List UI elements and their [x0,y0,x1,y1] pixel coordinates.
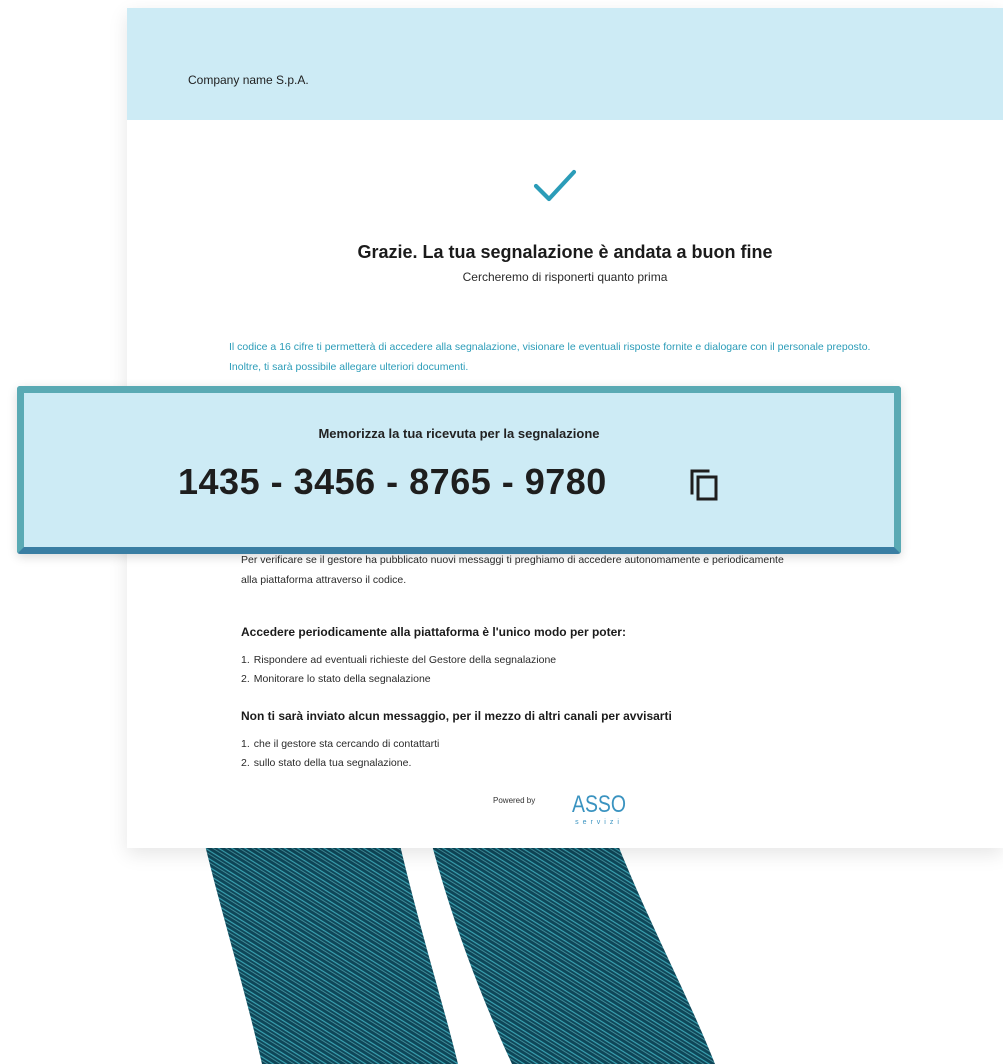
receipt-code: 1435 - 3456 - 8765 - 9780 [178,461,607,502]
list-item: 1. Rispondere ad eventuali richieste del … [241,654,557,666]
verify-text-line2: alla piattaforma attraverso il codice. [241,574,407,586]
company-name: Company name S.p.A. [188,73,309,87]
list-item: 2. Monitorare lo stato della segnalazione [241,673,431,685]
powered-by-label: Powered by [493,796,536,805]
confirmation-title: Grazie. La tua segnalazione è andata a b… [357,242,773,262]
confirmation-subtitle: Cercheremo di risponerti quanto prima [462,270,668,284]
verify-text: Per verificare se il gestore ha pubblica… [241,550,901,590]
receipt-box: Memorizza la tua ricevuta per la segnala… [17,386,901,554]
checkmark-icon [533,169,577,202]
info-text: Il codice a 16 cifre ti permetterà di ac… [229,341,871,373]
card-header: Company name S.p.A. [127,8,1003,120]
svg-text:servizi: servizi [575,819,623,826]
section2-list: 1. che il gestore sta cercando di contatt… [241,735,439,773]
section1-heading: Accedere periodicamente alla piattaforma… [241,625,626,639]
asso-servizi-logo: ASSO servizi [572,791,626,826]
list-item: 1. che il gestore sta cercando di contatt… [241,738,440,750]
svg-text:ASSO: ASSO [572,791,626,818]
section1-list: 1. Rispondere ad eventuali richieste del … [241,651,556,689]
list-item: 2. sullo stato della tua segnalazione. [241,757,412,769]
copy-icon[interactable] [688,467,720,501]
receipt-label: Memorizza la tua ricevuta per la segnala… [318,426,600,441]
section2-heading: Non ti sarà inviato alcun messaggio, per… [241,709,672,723]
